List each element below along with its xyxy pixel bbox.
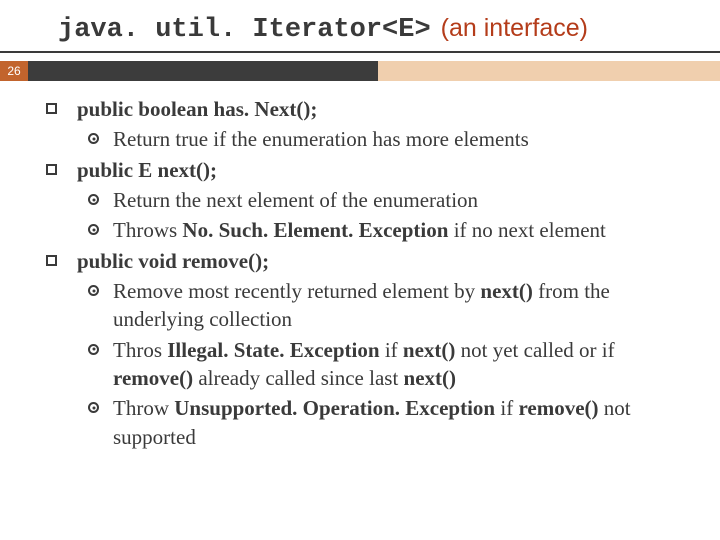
slide-number-bar: 26 xyxy=(0,61,720,81)
title-suffix: (an interface) xyxy=(441,14,588,42)
circle-bullet-icon xyxy=(88,194,99,205)
method-signature: public boolean has. Next(); xyxy=(77,95,690,123)
bullet-text: Throw Unsupported. Operation. Exception … xyxy=(113,394,690,451)
circle-bullet-icon xyxy=(88,133,99,144)
circle-bullet-icon xyxy=(88,285,99,296)
bullet-l1: public boolean has. Next(); xyxy=(46,95,690,123)
bullet-text: Return the next element of the enumerati… xyxy=(113,186,690,214)
square-bullet-icon xyxy=(46,255,57,266)
bullet-l2: Throws No. Such. Element. Exception if n… xyxy=(88,216,690,244)
method-signature: public E next(); xyxy=(77,156,690,184)
bullet-text: Throws No. Such. Element. Exception if n… xyxy=(113,216,690,244)
bullet-l1: public E next(); xyxy=(46,156,690,184)
bullet-text: Thros Illegal. State. Exception if next(… xyxy=(113,336,690,393)
title-code: java. util. Iterator<E> xyxy=(58,15,431,45)
bullet-l1: public void remove(); xyxy=(46,247,690,275)
bar-peach xyxy=(378,61,720,81)
bullet-text: Remove most recently returned element by… xyxy=(113,277,690,334)
bullet-l2: Return true if the enumeration has more … xyxy=(88,125,690,153)
bar-dark xyxy=(28,61,378,81)
bullet-l2: Return the next element of the enumerati… xyxy=(88,186,690,214)
bullet-l2: Remove most recently returned element by… xyxy=(88,277,690,334)
bullet-l2: Throw Unsupported. Operation. Exception … xyxy=(88,394,690,451)
circle-bullet-icon xyxy=(88,344,99,355)
content-area: public boolean has. Next(); Return true … xyxy=(0,81,720,451)
slide-title: java. util. Iterator<E> (an interface) xyxy=(0,0,720,53)
square-bullet-icon xyxy=(46,164,57,175)
circle-bullet-icon xyxy=(88,224,99,235)
bullet-l2: Thros Illegal. State. Exception if next(… xyxy=(88,336,690,393)
slide-number: 26 xyxy=(0,61,28,81)
square-bullet-icon xyxy=(46,103,57,114)
bullet-text: Return true if the enumeration has more … xyxy=(113,125,690,153)
circle-bullet-icon xyxy=(88,402,99,413)
method-signature: public void remove(); xyxy=(77,247,690,275)
